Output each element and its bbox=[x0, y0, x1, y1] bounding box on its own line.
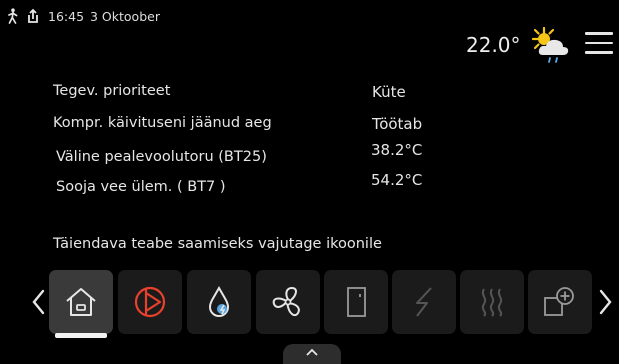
priority-value: Küte bbox=[372, 83, 406, 101]
tile-hot-water[interactable] bbox=[187, 270, 251, 334]
outdoor-temperature: 22.0° bbox=[466, 33, 521, 57]
door-panel-icon bbox=[347, 287, 366, 317]
tile-add-zone[interactable] bbox=[528, 270, 592, 334]
status-time: 16:45 bbox=[48, 9, 85, 24]
tile-heating[interactable] bbox=[118, 270, 182, 334]
hamburger-menu-icon[interactable] bbox=[585, 32, 613, 56]
tile-heat-waves[interactable] bbox=[460, 270, 524, 334]
hot-water-top-value: 54.2°C bbox=[371, 171, 423, 189]
tile-door[interactable] bbox=[324, 270, 388, 334]
compressor-start-label: Kompr. käivituseni jäänud aeg bbox=[53, 115, 272, 131]
tile-home[interactable] bbox=[49, 270, 113, 338]
chevron-right-icon[interactable] bbox=[594, 284, 616, 320]
status-date: 3 Oktoober bbox=[90, 9, 160, 24]
compressor-start-value: Töötab bbox=[372, 115, 423, 133]
walking-person-icon bbox=[8, 8, 18, 24]
hot-water-drop-icon bbox=[208, 285, 230, 317]
priority-label: Tegev. prioriteet bbox=[53, 83, 171, 99]
supply-line-label: Väline pealevoolutoru (BT25) bbox=[56, 149, 267, 165]
chevron-left-icon[interactable] bbox=[28, 284, 50, 320]
tile-electric[interactable] bbox=[392, 270, 456, 334]
tile-ventilation[interactable] bbox=[256, 270, 320, 334]
house-icon bbox=[66, 288, 96, 316]
hint-text: Täiendava teabe saamiseks vajutage ikoon… bbox=[53, 236, 382, 252]
active-tab-indicator bbox=[55, 333, 107, 338]
hot-water-top-label: Sooja vee ülem. ( BT7 ) bbox=[56, 179, 226, 195]
heating-play-icon bbox=[134, 286, 166, 318]
fan-icon bbox=[272, 286, 300, 317]
share-upload-icon bbox=[28, 8, 38, 23]
bottom-drawer-handle[interactable] bbox=[283, 344, 341, 364]
sun-cloud-rain-icon[interactable] bbox=[529, 25, 573, 65]
heat-waves-icon bbox=[481, 288, 503, 317]
electric-bolt-icon bbox=[416, 287, 432, 317]
supply-line-value: 38.2°C bbox=[371, 141, 423, 159]
chevron-up-icon bbox=[306, 348, 318, 356]
add-zone-icon bbox=[544, 287, 574, 316]
